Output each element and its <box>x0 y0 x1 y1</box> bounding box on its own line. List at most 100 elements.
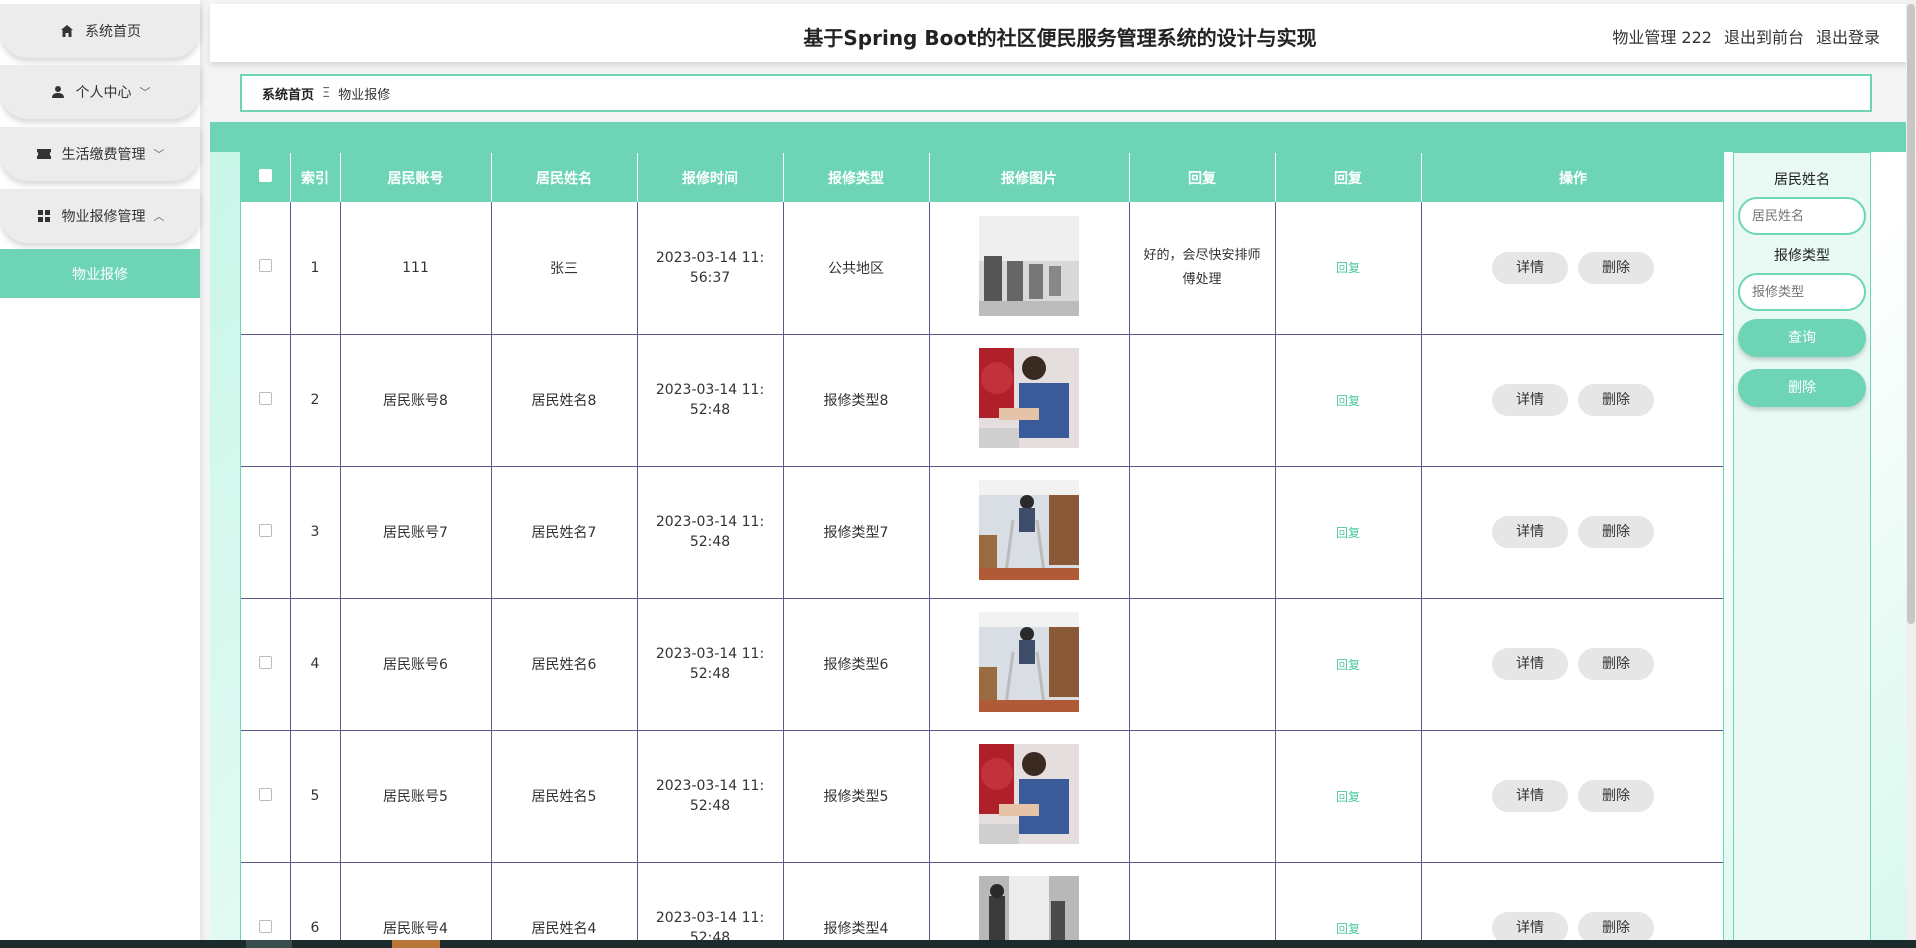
reply-cell: 好的，会尽快安排师傅处理 <box>1129 202 1276 335</box>
row-select-cell[interactable] <box>241 730 291 863</box>
breadcrumb-separator: Ξ <box>322 85 331 101</box>
ticket-icon <box>36 146 52 162</box>
account-cell: 居民账号4 <box>340 862 492 947</box>
repair-photo[interactable] <box>979 348 1079 448</box>
sidebar-subitem-repair[interactable]: 物业报修 <box>0 249 200 298</box>
row-checkbox[interactable] <box>258 391 272 405</box>
reply-link[interactable]: 回复 <box>1336 658 1360 672</box>
account-cell: 居民账号7 <box>340 466 492 599</box>
type-cell: 报修类型4 <box>783 862 930 947</box>
reply-link[interactable]: 回复 <box>1336 790 1360 804</box>
time-cell: 2023-03-14 11:52:48 <box>637 466 784 599</box>
select-all-header[interactable] <box>241 153 291 202</box>
type-search-input[interactable] <box>1738 273 1866 311</box>
name-cell: 居民姓名8 <box>491 334 638 467</box>
actions-cell: 详情 删除 <box>1421 202 1723 335</box>
repair-photo[interactable] <box>979 612 1079 712</box>
delete-button[interactable]: 删除 <box>1578 780 1654 812</box>
search-panel: 居民姓名 报修类型 查询 删除 <box>1733 152 1871 948</box>
time-text: 2023-03-14 11:56:37 <box>655 249 765 286</box>
taskbar-item[interactable] <box>392 940 440 948</box>
delete-button[interactable]: 删除 <box>1578 516 1654 548</box>
time-text: 2023-03-14 11:52:48 <box>655 778 765 814</box>
index-cell: 3 <box>290 466 341 599</box>
row-checkbox[interactable] <box>258 259 272 273</box>
detail-button[interactable]: 详情 <box>1492 780 1568 812</box>
row-select-cell[interactable] <box>241 598 291 731</box>
reply-link[interactable]: 回复 <box>1336 261 1360 275</box>
reply-text: 好的，会尽快安排师傅处理 <box>1143 247 1261 287</box>
sidebar-item-home[interactable]: 系统首页 <box>0 4 200 58</box>
sidebar-item-repair[interactable]: 物业报修管理 ︿ <box>0 189 200 243</box>
scrollbar-thumb[interactable] <box>1907 4 1915 624</box>
time-text: 2023-03-14 11:52:48 <box>655 382 765 418</box>
batch-delete-button[interactable]: 删除 <box>1738 369 1866 407</box>
time-cell: 2023-03-14 11:52:48 <box>637 730 784 863</box>
row-select-cell[interactable] <box>241 466 291 599</box>
sidebar-item-label: 个人中心 <box>75 85 132 101</box>
reply-cell <box>1129 730 1276 863</box>
table-row: 4 居民账号6 居民姓名6 2023-03-14 11:52:48 报修类型6 回复 详情删… <box>241 598 1723 731</box>
logout-link[interactable]: 退出登录 <box>1816 24 1880 48</box>
repair-photo[interactable] <box>979 480 1079 580</box>
chevron-up-icon: ︿ <box>153 210 165 223</box>
row-checkbox[interactable] <box>258 787 272 801</box>
select-all-checkbox[interactable] <box>258 169 272 182</box>
header-actions: 物业管理 222 退出到前台 退出登录 <box>1612 24 1880 48</box>
reply-link-cell: 回复 <box>1275 862 1422 947</box>
content-band <box>210 122 1906 152</box>
delete-button[interactable]: 删除 <box>1578 648 1654 680</box>
reply-link-cell: 回复 <box>1275 334 1422 467</box>
index-cell: 5 <box>290 730 341 863</box>
column-header: 回复 <box>1275 153 1422 202</box>
repair-photo[interactable] <box>979 215 1079 316</box>
content-area: 索引 居民账号 居民姓名 报修时间 报修类型 报修图片 回复 回复 操作 1 11… <box>210 122 1906 948</box>
row-checkbox[interactable] <box>258 523 272 537</box>
repair-photo[interactable] <box>979 744 1079 844</box>
name-cell: 居民姓名5 <box>491 730 638 863</box>
time-cell: 2023-03-14 11:56:37 <box>637 202 784 335</box>
row-select-cell[interactable] <box>241 862 291 947</box>
actions-cell: 详情 删除 <box>1421 730 1723 863</box>
table-row: 3 居民账号7 居民姓名7 2023-03-14 11:52:48 报修类型7 回复 详情删… <box>241 466 1723 599</box>
time-cell: 2023-03-14 11:52:48 <box>637 862 784 947</box>
reply-cell <box>1129 466 1276 599</box>
table-row: 6 居民账号4 居民姓名4 2023-03-14 11:52:48 报修类型4 回复 详情删… <box>241 862 1723 947</box>
sidebar-item-payment[interactable]: 生活缴费管理 ﹀ <box>0 127 200 181</box>
detail-button[interactable]: 详情 <box>1492 251 1568 284</box>
detail-button[interactable]: 详情 <box>1492 516 1568 548</box>
type-label: 报修类型 <box>1774 248 1830 264</box>
chevron-down-icon: ﹀ <box>139 86 151 99</box>
time-text: 2023-03-14 11:52:48 <box>655 646 765 682</box>
exit-to-front-link[interactable]: 退出到前台 <box>1724 24 1804 48</box>
delete-button[interactable]: 删除 <box>1578 251 1654 284</box>
reply-link-cell: 回复 <box>1275 466 1422 599</box>
account-cell: 居民账号5 <box>340 730 492 863</box>
reply-link[interactable]: 回复 <box>1336 922 1360 936</box>
detail-button[interactable]: 详情 <box>1492 648 1568 680</box>
row-checkbox[interactable] <box>258 655 272 669</box>
type-cell: 公共地区 <box>783 202 930 335</box>
row-checkbox[interactable] <box>258 919 272 933</box>
actions-cell: 详情 删除 <box>1421 598 1723 731</box>
name-cell: 居民姓名4 <box>491 862 638 947</box>
column-header: 居民姓名 <box>491 153 638 202</box>
query-button[interactable]: 查询 <box>1738 319 1866 357</box>
breadcrumb-home[interactable]: 系统首页 <box>262 84 314 103</box>
row-select-cell[interactable] <box>241 202 291 335</box>
detail-button[interactable]: 详情 <box>1492 384 1568 416</box>
delete-button[interactable]: 删除 <box>1578 384 1654 416</box>
table-header-row: 索引 居民账号 居民姓名 报修时间 报修类型 报修图片 回复 回复 操作 <box>241 153 1723 202</box>
name-search-input[interactable] <box>1738 197 1866 235</box>
sidebar-item-personal[interactable]: 个人中心 ﹀ <box>0 65 200 119</box>
name-cell: 居民姓名7 <box>491 466 638 599</box>
row-select-cell[interactable] <box>241 334 291 467</box>
reply-link[interactable]: 回复 <box>1336 394 1360 408</box>
index-cell: 2 <box>290 334 341 467</box>
reply-cell <box>1129 598 1276 731</box>
page-scrollbar[interactable] <box>1906 0 1916 948</box>
reply-link[interactable]: 回复 <box>1336 526 1360 540</box>
taskbar-item[interactable] <box>246 940 292 948</box>
name-cell: 张三 <box>491 202 638 335</box>
repair-photo[interactable] <box>979 876 1079 947</box>
